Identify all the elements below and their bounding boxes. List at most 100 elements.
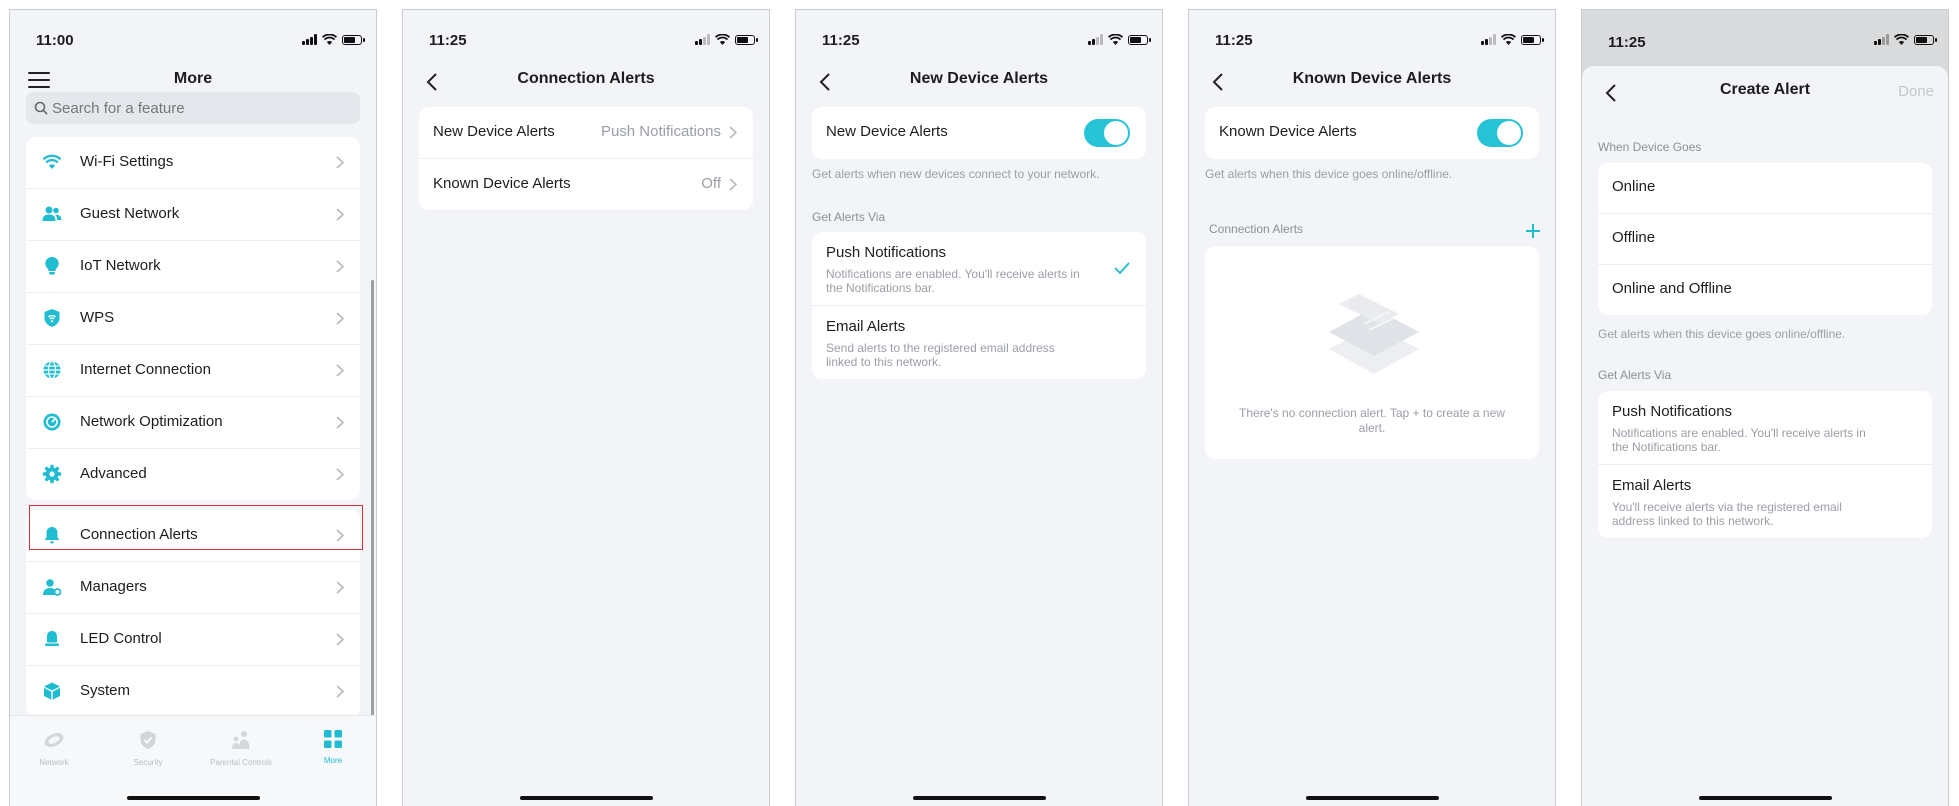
tab-network[interactable]: Network [14,730,94,767]
when-options-list: Online Offline Online and Offline [1598,163,1932,315]
network-icon [44,733,64,747]
status-bar: 11:25 [796,22,1162,58]
option-email-alerts[interactable]: Email Alerts You'll receive alerts via t… [1598,465,1932,538]
option-online-and-offline[interactable]: Online and Offline [1598,265,1932,315]
row-value: Off [701,175,721,192]
tab-security[interactable]: Security [108,730,188,767]
screen-create-alert: 11:25 Create Alert Done When Device Goes… [1581,9,1949,806]
empty-document-icon [1329,294,1419,374]
alerts-toggle-switch[interactable] [1477,119,1523,147]
alerts-list: New Device Alerts Push Notifications Kno… [419,107,753,210]
menu-item-wifi-settings[interactable]: Wi-Fi Settings [26,137,360,189]
menu-item-wps[interactable]: WPS [26,293,360,345]
family-icon [232,731,250,749]
option-push-notifications[interactable]: Push Notifications Notifications are ena… [1598,391,1932,465]
menu-item-guest-network[interactable]: Guest Network [26,189,360,241]
menu-item-system[interactable]: System [26,666,360,717]
menu-item-label: WPS [80,309,115,326]
signal-icon [302,34,317,45]
chevron-right-icon [336,364,344,377]
screen-connection-alerts: 11:25 Connection Alerts New Device Alert… [402,9,770,806]
row-label: New Device Alerts [433,123,555,140]
tab-label: Security [133,758,163,767]
wifi-status-icon [1501,34,1516,45]
tab-label: Parental Controls [210,758,272,767]
chevron-right-icon [336,156,344,169]
alert-method-list: Push Notifications Notifications are ena… [1598,391,1932,538]
menu-item-network-optimization[interactable]: Network Optimization [26,397,360,449]
chevron-right-icon [336,468,344,481]
chevron-right-icon [336,633,344,646]
menu-item-led-control[interactable]: LED Control [26,614,360,666]
done-button[interactable]: Done [1898,83,1934,100]
menu-item-label: Wi-Fi Settings [80,153,174,170]
home-indicator [127,796,260,800]
menu-item-advanced[interactable]: Advanced [26,449,360,500]
tab-label: More [323,756,343,765]
screen-new-device-alerts: 11:25 New Device Alerts New Device Alert… [795,9,1163,806]
search-placeholder: Search for a feature [52,100,185,117]
led-icon [45,631,59,646]
toggle-note: Get alerts when new devices connect to y… [812,167,1100,181]
home-indicator [520,796,653,800]
menu-item-managers[interactable]: Managers [26,562,360,614]
menu-item-internet-connection[interactable]: Internet Connection [26,345,360,397]
option-title: Push Notifications [1612,403,1733,420]
page-title: New Device Alerts [909,70,1049,87]
manager-icon [43,579,62,596]
chevron-right-icon [336,312,344,325]
section-header: Get Alerts Via [1598,368,1672,382]
wifi-status-icon [322,34,337,45]
guests-icon [42,206,62,221]
toggle-card: New Device Alerts [812,107,1146,159]
status-time: 11:25 [1215,32,1253,49]
row-new-device-alerts[interactable]: New Device Alerts Push Notifications [419,107,753,159]
option-online[interactable]: Online [1598,163,1932,214]
row-label: Known Device Alerts [433,175,571,192]
option-push-notifications[interactable]: Push Notifications Notifications are ena… [812,232,1146,306]
screen-known-device-alerts: 11:25 Known Device Alerts Known Device A… [1188,9,1556,806]
status-bar: 11:25 [1582,22,1948,58]
menu-item-label: Managers [80,578,147,595]
highlight-box [29,505,363,550]
menu-item-label: Advanced [80,465,147,482]
row-known-device-alerts[interactable]: Known Device Alerts Off [419,159,753,210]
tab-parental-controls[interactable]: Parental Controls [201,730,281,767]
row-new-device-alerts-toggle: New Device Alerts [812,107,1146,159]
option-desc: Notifications are enabled. You'll receiv… [826,267,1080,295]
battery-icon [735,34,758,45]
menu-item-iot-network[interactable]: IoT Network [26,241,360,293]
option-offline[interactable]: Offline [1598,214,1932,265]
screen-more: 11:00 More Search for a feature Wi-Fi Se… [9,9,377,806]
section-header: Connection Alerts [1209,222,1304,236]
empty-state-text: There's no connection alert. Tap + to cr… [1239,406,1505,435]
tab-label: Network [39,758,69,767]
signal-icon [1874,34,1889,45]
option-email-alerts[interactable]: Email Alerts Send alerts to the register… [812,306,1146,379]
search-icon [34,101,48,115]
section-header: Get Alerts Via [812,210,886,224]
tab-bar: Network Security Parental Controls More [10,715,376,806]
chevron-right-icon [336,685,344,698]
grid-icon [324,730,342,748]
create-alert-sheet: Create Alert Done When Device Goes Onlin… [1582,66,1948,806]
scrollbar[interactable] [371,280,374,730]
tab-more[interactable]: More [293,730,373,765]
bulb-icon [45,256,59,275]
alerts-toggle-switch[interactable] [1084,119,1130,147]
wps-shield-icon [44,309,60,327]
menu-item-label: Guest Network [80,205,180,222]
status-bar: 11:00 [10,22,376,58]
option-label: Offline [1612,229,1656,246]
wifi-status-icon [1894,34,1909,45]
optimization-icon [43,413,61,431]
chevron-right-icon [336,581,344,594]
page-title: Create Alert [1719,81,1811,98]
chevron-right-icon [336,416,344,429]
add-alert-plus-icon[interactable] [1525,223,1541,239]
settings-list: Wi-Fi Settings Guest Network IoT Network… [26,137,360,500]
wifi-icon [42,154,62,169]
battery-icon [1914,34,1937,45]
search-input[interactable]: Search for a feature [26,92,360,124]
chevron-right-icon [336,208,344,221]
